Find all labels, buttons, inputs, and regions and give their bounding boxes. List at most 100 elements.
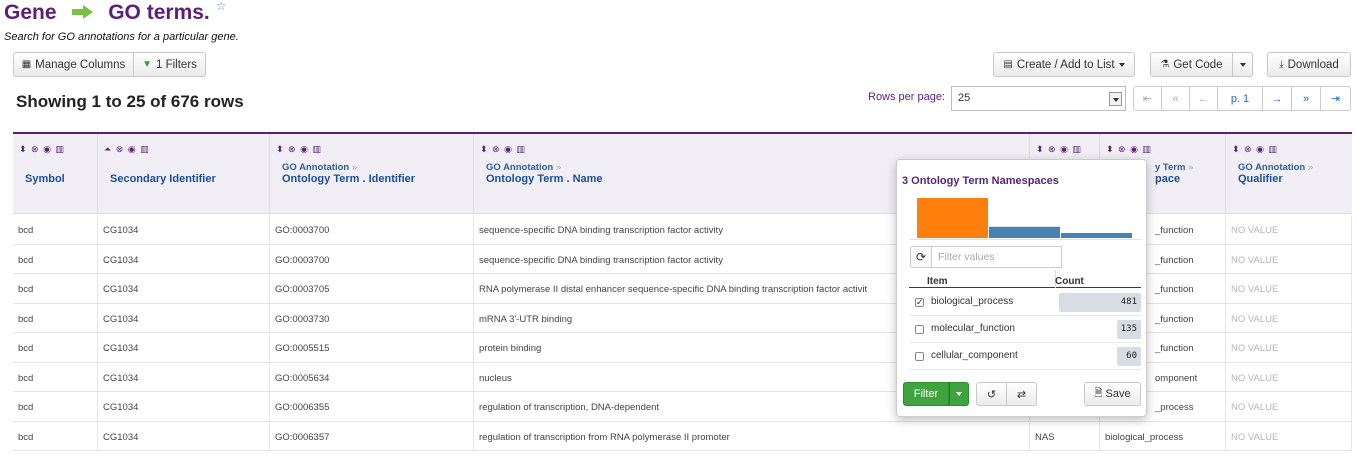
- namespace-histogram: [917, 198, 1132, 238]
- value-count: 60: [1126, 351, 1137, 361]
- arrow-right-icon: [72, 1, 94, 25]
- get-code-button[interactable]: ⚗ Get Code: [1150, 52, 1233, 77]
- table-header: ⬍ ⊗ ◉ ▥ Symbol ⏶ ⊗ ◉ ▥ Secondary Identif…: [13, 134, 1352, 214]
- table-row: bcd CG1034 GO:0006357 regulation of transcr…: [13, 421, 1352, 451]
- list-icon: ▤: [1003, 59, 1013, 70]
- table-row: bcd CG1034 GO:0003700 sequence-specific DNA…: [13, 215, 1352, 245]
- back-many-button[interactable]: «: [1162, 86, 1190, 111]
- value-checkbox[interactable]: [915, 352, 924, 361]
- column-crumb: GO Annotation »: [486, 162, 562, 173]
- value-item[interactable]: molecular_function 135: [909, 316, 1141, 343]
- value-item[interactable]: ✓ biological_process 481: [909, 289, 1141, 316]
- filters-button[interactable]: ▼ 1 Filters: [134, 52, 206, 77]
- row-count-summary: Showing 1 to 25 of 676 rows: [16, 92, 244, 111]
- chevron-down-icon: [1109, 92, 1122, 106]
- refresh-icon[interactable]: ⟳: [910, 246, 932, 268]
- filter-options-dropdown[interactable]: [949, 382, 969, 406]
- download-icon: ⤓: [1279, 59, 1284, 70]
- value-name: biological_process: [931, 296, 1014, 307]
- cell-secondary: CG1034: [98, 333, 270, 363]
- reset-icon[interactable]: ↺: [976, 382, 1007, 406]
- manage-columns-label: Manage Columns: [35, 58, 126, 71]
- chevron-down-icon: [1239, 62, 1246, 67]
- apply-filter-button[interactable]: Filter: [903, 382, 949, 406]
- download-label: Download: [1287, 58, 1339, 71]
- page-title: Gene GO terms. ☆: [4, 0, 227, 29]
- download-button[interactable]: ⤓ Download: [1267, 52, 1351, 77]
- cell-go_id: GO:0006357: [270, 421, 474, 451]
- cell-name: regulation of transcription from RNA pol…: [474, 421, 1030, 451]
- forward-many-button[interactable]: »: [1292, 86, 1321, 111]
- column-summary-popup: 3 Ontology Term Namespaces ⟳ Filter valu…: [896, 159, 1147, 417]
- column-header-secondary-identifier[interactable]: ⏶ ⊗ ◉ ▥ Secondary Identifier: [98, 134, 270, 214]
- column-tools-icon[interactable]: ⏶ ⊗ ◉ ▥: [104, 144, 150, 155]
- column-label: Ontology Term . Identifier: [282, 173, 416, 185]
- cell-secondary: CG1034: [98, 392, 270, 422]
- page-subtitle: Search for GO annotations for a particul…: [4, 31, 239, 43]
- get-code-label: Get Code: [1173, 58, 1223, 71]
- column-tools-icon[interactable]: ⬍ ⊗ ◉ ▥: [276, 144, 322, 155]
- title-target: GO terms.: [108, 1, 210, 24]
- cell-go_id: GO:0006355: [270, 392, 474, 422]
- table-row: bcd CG1034 GO:0005634 nucleus omponent NO VAL…: [13, 362, 1352, 392]
- column-header-ontology-term-identifier[interactable]: ⬍ ⊗ ◉ ▥ GO Annotation » Ontology Term . …: [270, 134, 474, 214]
- value-checkbox[interactable]: [915, 325, 924, 334]
- histogram-bar-biological-process[interactable]: [917, 198, 988, 238]
- create-list-button[interactable]: ▤ Create / Add to List: [993, 52, 1135, 77]
- cell-qualifier: NO VALUE: [1226, 362, 1352, 392]
- rows-per-page-select[interactable]: 25: [951, 86, 1126, 111]
- star-icon[interactable]: ☆: [216, 0, 227, 13]
- column-tools-icon[interactable]: ⬍ ⊗ ◉ ▥: [1106, 144, 1152, 155]
- column-crumb: y Term »: [1155, 162, 1194, 173]
- count-column-label: Count: [1055, 276, 1084, 287]
- value-count: 135: [1120, 324, 1137, 334]
- cell-symbol: bcd: [13, 215, 98, 245]
- column-tools-icon[interactable]: ⬍ ⊗ ◉ ▥: [19, 144, 65, 155]
- table-row: bcd CG1034 GO:0003705 RNA polymerase II dis…: [13, 274, 1352, 304]
- filter-values-input[interactable]: Filter values: [931, 246, 1062, 268]
- cell-go_id: GO:0005515: [270, 333, 474, 363]
- table-row: bcd CG1034 GO:0005515 protein binding _funct…: [13, 333, 1352, 363]
- column-tools-icon[interactable]: ⬍ ⊗ ◉ ▥: [480, 144, 526, 155]
- cell-secondary: CG1034: [98, 303, 270, 333]
- column-crumb: GO Annotation »: [282, 162, 358, 173]
- column-label: Qualifier: [1238, 173, 1283, 185]
- table-row: bcd CG1034 GO:0003730 mRNA 3'-UTR binding _f…: [13, 303, 1352, 333]
- column-crumb: GO Annotation »: [1238, 162, 1314, 173]
- cell-go_id: GO:0005634: [270, 362, 474, 392]
- cell-go_id: GO:0003705: [270, 274, 474, 304]
- first-page-button[interactable]: ⇤: [1133, 86, 1162, 111]
- cell-qualifier: NO VALUE: [1226, 244, 1352, 274]
- cell-symbol: bcd: [13, 274, 98, 304]
- column-header-symbol[interactable]: ⬍ ⊗ ◉ ▥ Symbol: [13, 134, 98, 214]
- cell-go_id: GO:0003700: [270, 244, 474, 274]
- histogram-bar-molecular-function[interactable]: [989, 226, 1060, 238]
- column-label: Symbol: [25, 173, 65, 185]
- prev-page-button[interactable]: ←: [1190, 86, 1218, 111]
- current-page[interactable]: p. 1: [1218, 86, 1263, 111]
- column-label: Ontology Term . Name: [486, 173, 603, 185]
- histogram-bar-cellular-component[interactable]: [1061, 233, 1132, 238]
- manage-columns-button[interactable]: ▦ Manage Columns: [13, 52, 134, 77]
- cell-qualifier: NO VALUE: [1226, 421, 1352, 451]
- save-label: Save: [1105, 388, 1131, 400]
- cell-go_id: GO:0003700: [270, 215, 474, 245]
- value-item[interactable]: cellular_component 60: [909, 343, 1141, 370]
- cell-namespace: biological_process: [1100, 421, 1226, 451]
- save-button[interactable]: 🗎 Save: [1084, 382, 1141, 406]
- title-source: Gene: [4, 1, 57, 24]
- cell-symbol: bcd: [13, 362, 98, 392]
- cell-secondary: CG1034: [98, 421, 270, 451]
- divider: [909, 239, 1141, 240]
- last-page-button[interactable]: ⇥: [1321, 86, 1351, 111]
- table-icon: ▦: [21, 59, 32, 70]
- table-row: bcd CG1034 GO:0006355 regulation of transcr…: [13, 392, 1352, 422]
- column-tools-icon[interactable]: ⬍ ⊗ ◉ ▥: [1232, 144, 1278, 155]
- value-checkbox[interactable]: ✓: [915, 298, 924, 307]
- next-page-button[interactable]: →: [1263, 86, 1292, 111]
- get-code-dropdown[interactable]: [1233, 52, 1253, 77]
- column-header-qualifier[interactable]: ⬍ ⊗ ◉ ▥ GO Annotation » Qualifier: [1226, 134, 1352, 214]
- invert-selection-icon[interactable]: ⇄: [1006, 382, 1037, 406]
- column-tools-icon[interactable]: ⬍ ⊗ ◉ ▥: [1036, 144, 1082, 155]
- values-list-header: Item Count: [909, 270, 1141, 288]
